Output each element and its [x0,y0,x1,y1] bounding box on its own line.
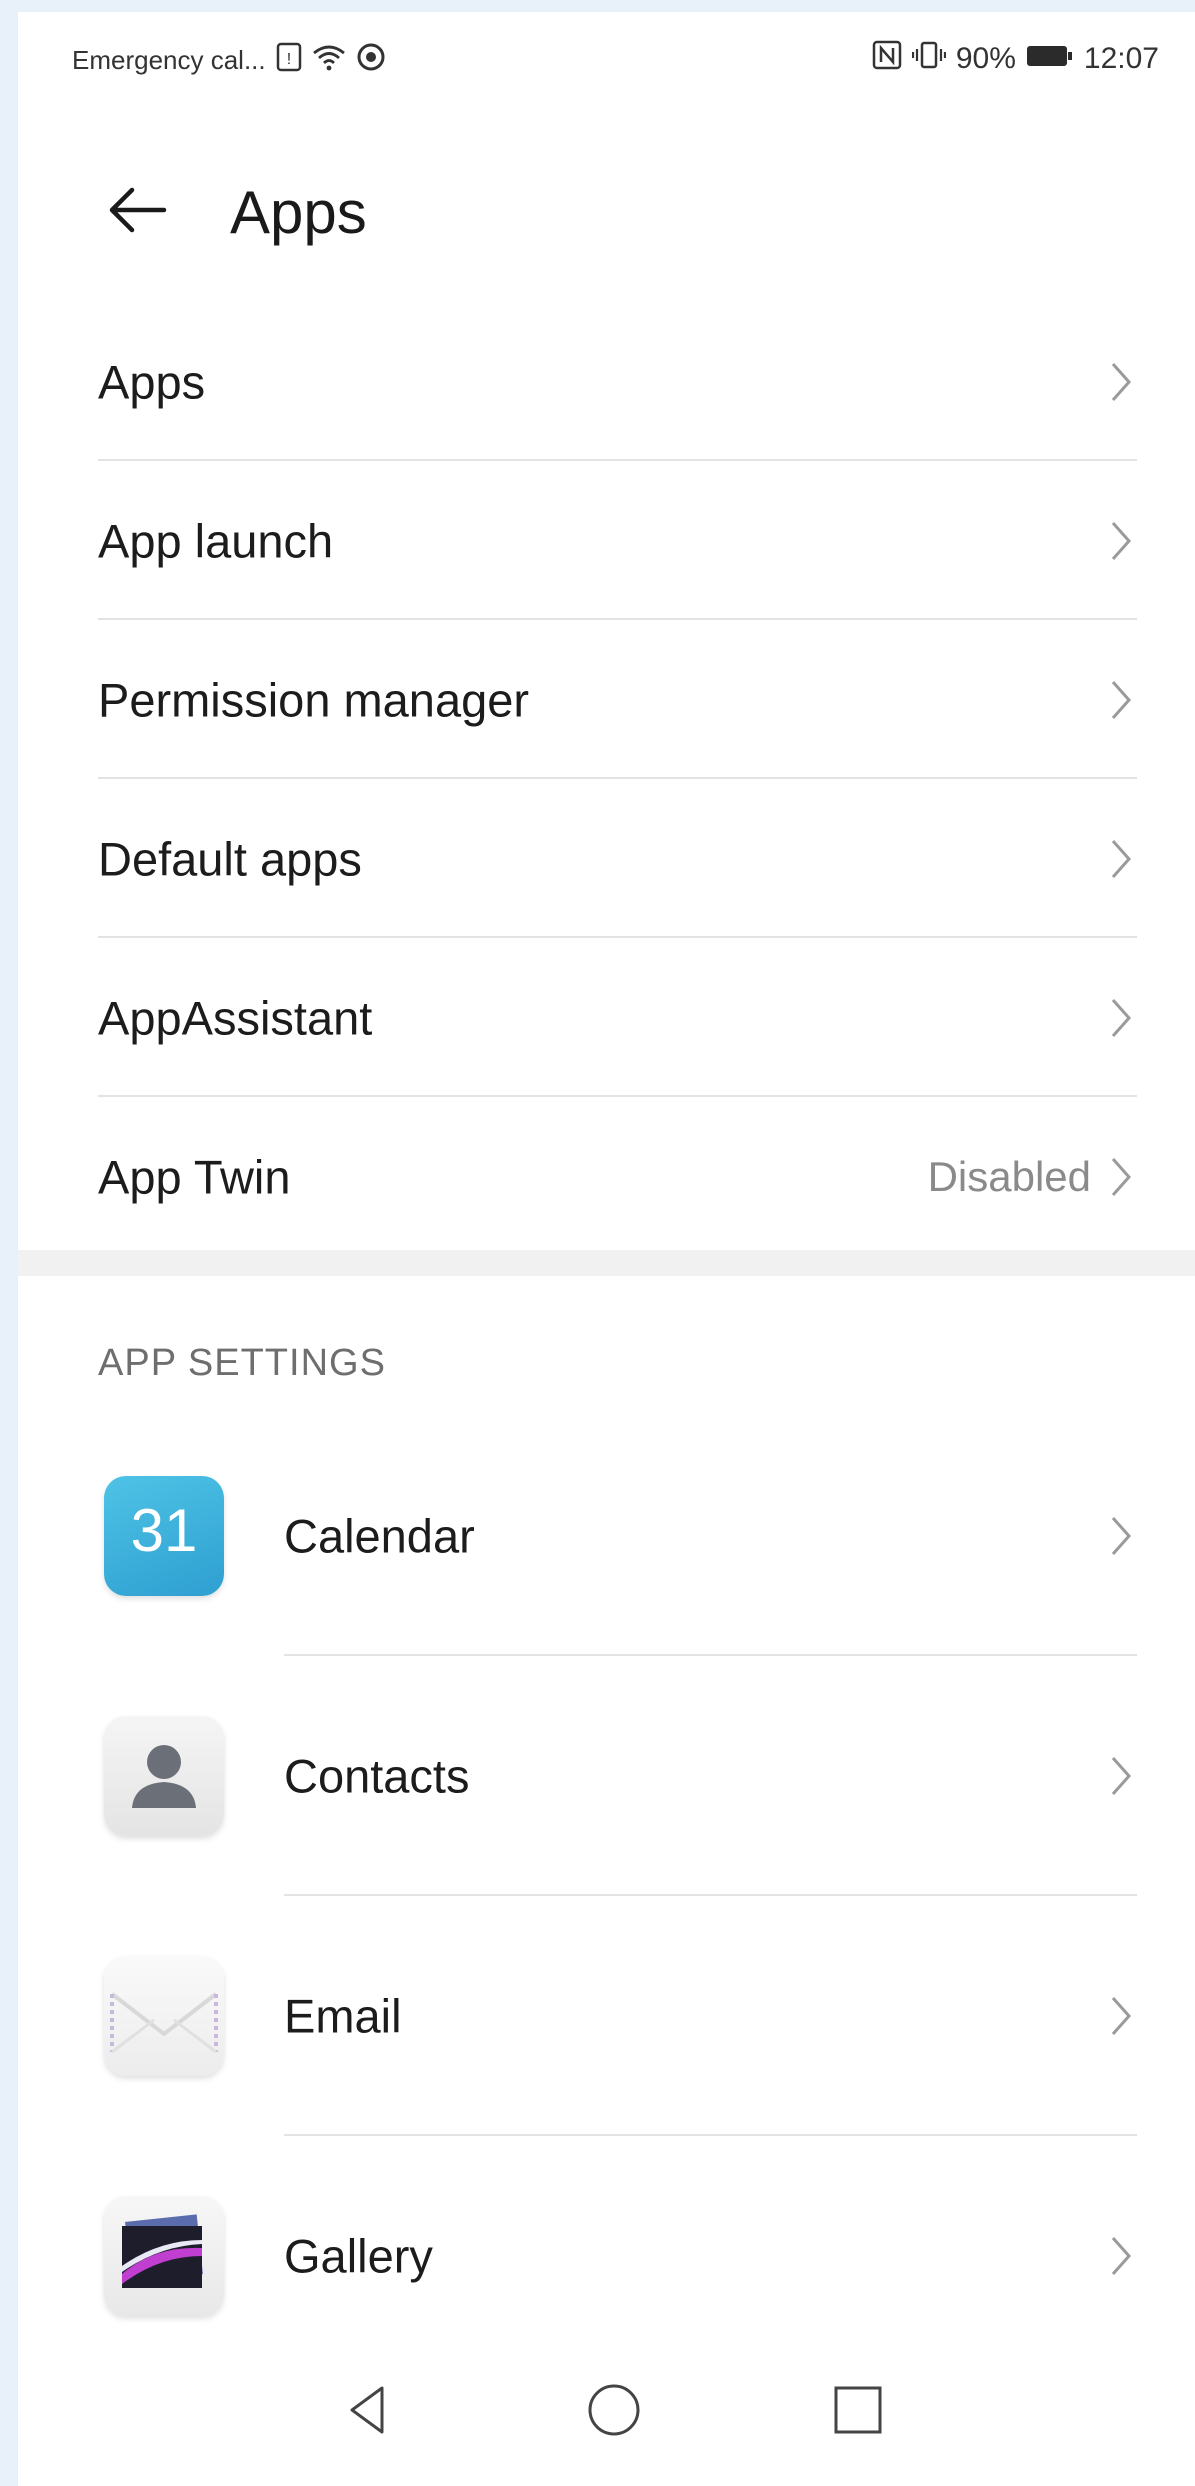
calendar-icon: 31 [104,1476,224,1596]
menu-item-label: Permission manager [98,673,530,726]
chevron-right-icon [1111,362,1132,401]
menu-item-app-twin[interactable]: App Twin Disabled [18,1097,1195,1256]
chevron-right-icon [1111,1757,1132,1795]
app-item-email[interactable]: Email [18,1896,1195,2136]
app-item-label: Email [284,1989,402,2043]
vibrate-icon [911,40,946,78]
sim-icon: ! [276,42,302,79]
chevron-right-icon [1111,1157,1132,1196]
section-title: APP SETTINGS [98,1342,386,1384]
page-title: Apps [230,179,367,246]
app-twin-status: Disabled [927,1152,1091,1200]
chevron-right-icon [1111,521,1132,560]
nfc-icon [872,40,902,78]
menu-item-label: App launch [98,514,334,567]
menu-item-label: Default apps [98,832,362,885]
gallery-icon [104,2196,224,2316]
menu-item-permission-manager[interactable]: Permission manager [18,620,1195,779]
settings-list: Apps App launch Permission manager Defau… [18,302,1195,1256]
clock: 12:07 [1083,42,1159,75]
menu-item-label: App Twin [98,1150,291,1203]
back-triangle-icon [350,2386,384,2434]
contacts-icon [104,1716,224,1836]
menu-item-app-launch[interactable]: App launch [18,461,1195,620]
back-button[interactable] [98,170,178,250]
status-bar-right: 90% 12:07 [872,40,1159,78]
app-item-label: Gallery [284,2229,433,2283]
email-icon [104,1956,224,2076]
nav-back-button[interactable] [338,2380,398,2440]
phone-screen: Emergency cal... ! 90% 12:07 Apps Apps A… [18,12,1195,2486]
wifi-icon [312,43,346,78]
chevron-right-icon [1111,1517,1132,1555]
header: Apps [18,132,1195,292]
chevron-right-icon [1111,2237,1132,2275]
data-saver-icon [356,42,386,79]
chevron-right-icon [1111,998,1132,1037]
home-circle-icon [588,2384,640,2436]
app-item-label: Contacts [284,1749,470,1803]
battery-icon [1026,42,1074,76]
app-item-contacts[interactable]: Contacts [18,1656,1195,1896]
chevron-right-icon [1111,680,1132,719]
svg-text:!: ! [286,51,290,68]
menu-item-default-apps[interactable]: Default apps [18,779,1195,938]
section-separator [18,1250,1195,1276]
app-item-calendar[interactable]: 31 Calendar [18,1416,1195,1656]
app-settings-list: 31 Calendar Contacts Email Gallery [18,1416,1195,2376]
menu-item-appassistant[interactable]: AppAssistant [18,938,1195,1097]
battery-percent: 90% [955,42,1016,75]
status-bar: Emergency cal... ! 90% 12:07 [18,12,1195,102]
status-bar-left: Emergency cal... ! [72,42,386,79]
carrier-text: Emergency cal... [72,45,266,75]
arrow-left-icon [109,187,167,233]
menu-item-label: Apps [98,355,206,408]
app-item-label: Calendar [284,1509,475,1563]
chevron-right-icon [1111,1997,1132,2035]
chevron-right-icon [1111,839,1132,878]
nav-home-button[interactable] [584,2380,644,2440]
recents-square-icon [834,2386,882,2434]
menu-item-apps[interactable]: Apps [18,302,1195,461]
menu-item-label: AppAssistant [98,991,373,1044]
navigation-bar [18,2332,1195,2486]
nav-recents-button[interactable] [828,2380,888,2440]
calendar-icon-date: 31 [130,1497,198,1564]
